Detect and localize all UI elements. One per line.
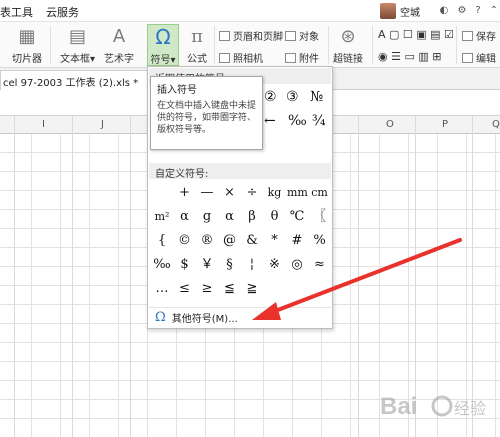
watermark-logo: Bai 经验 xyxy=(380,393,486,420)
app-window: 表工具 云服务 空城 ◐ ⚙ ? ⌃ ▦ 切片器 ▤ 文本框▾ A 艺术字 Ω … xyxy=(0,0,500,437)
svg-text:经验: 经验 xyxy=(454,400,486,418)
svg-text:Bai: Bai xyxy=(380,393,417,420)
annotation-arrow xyxy=(252,238,462,320)
